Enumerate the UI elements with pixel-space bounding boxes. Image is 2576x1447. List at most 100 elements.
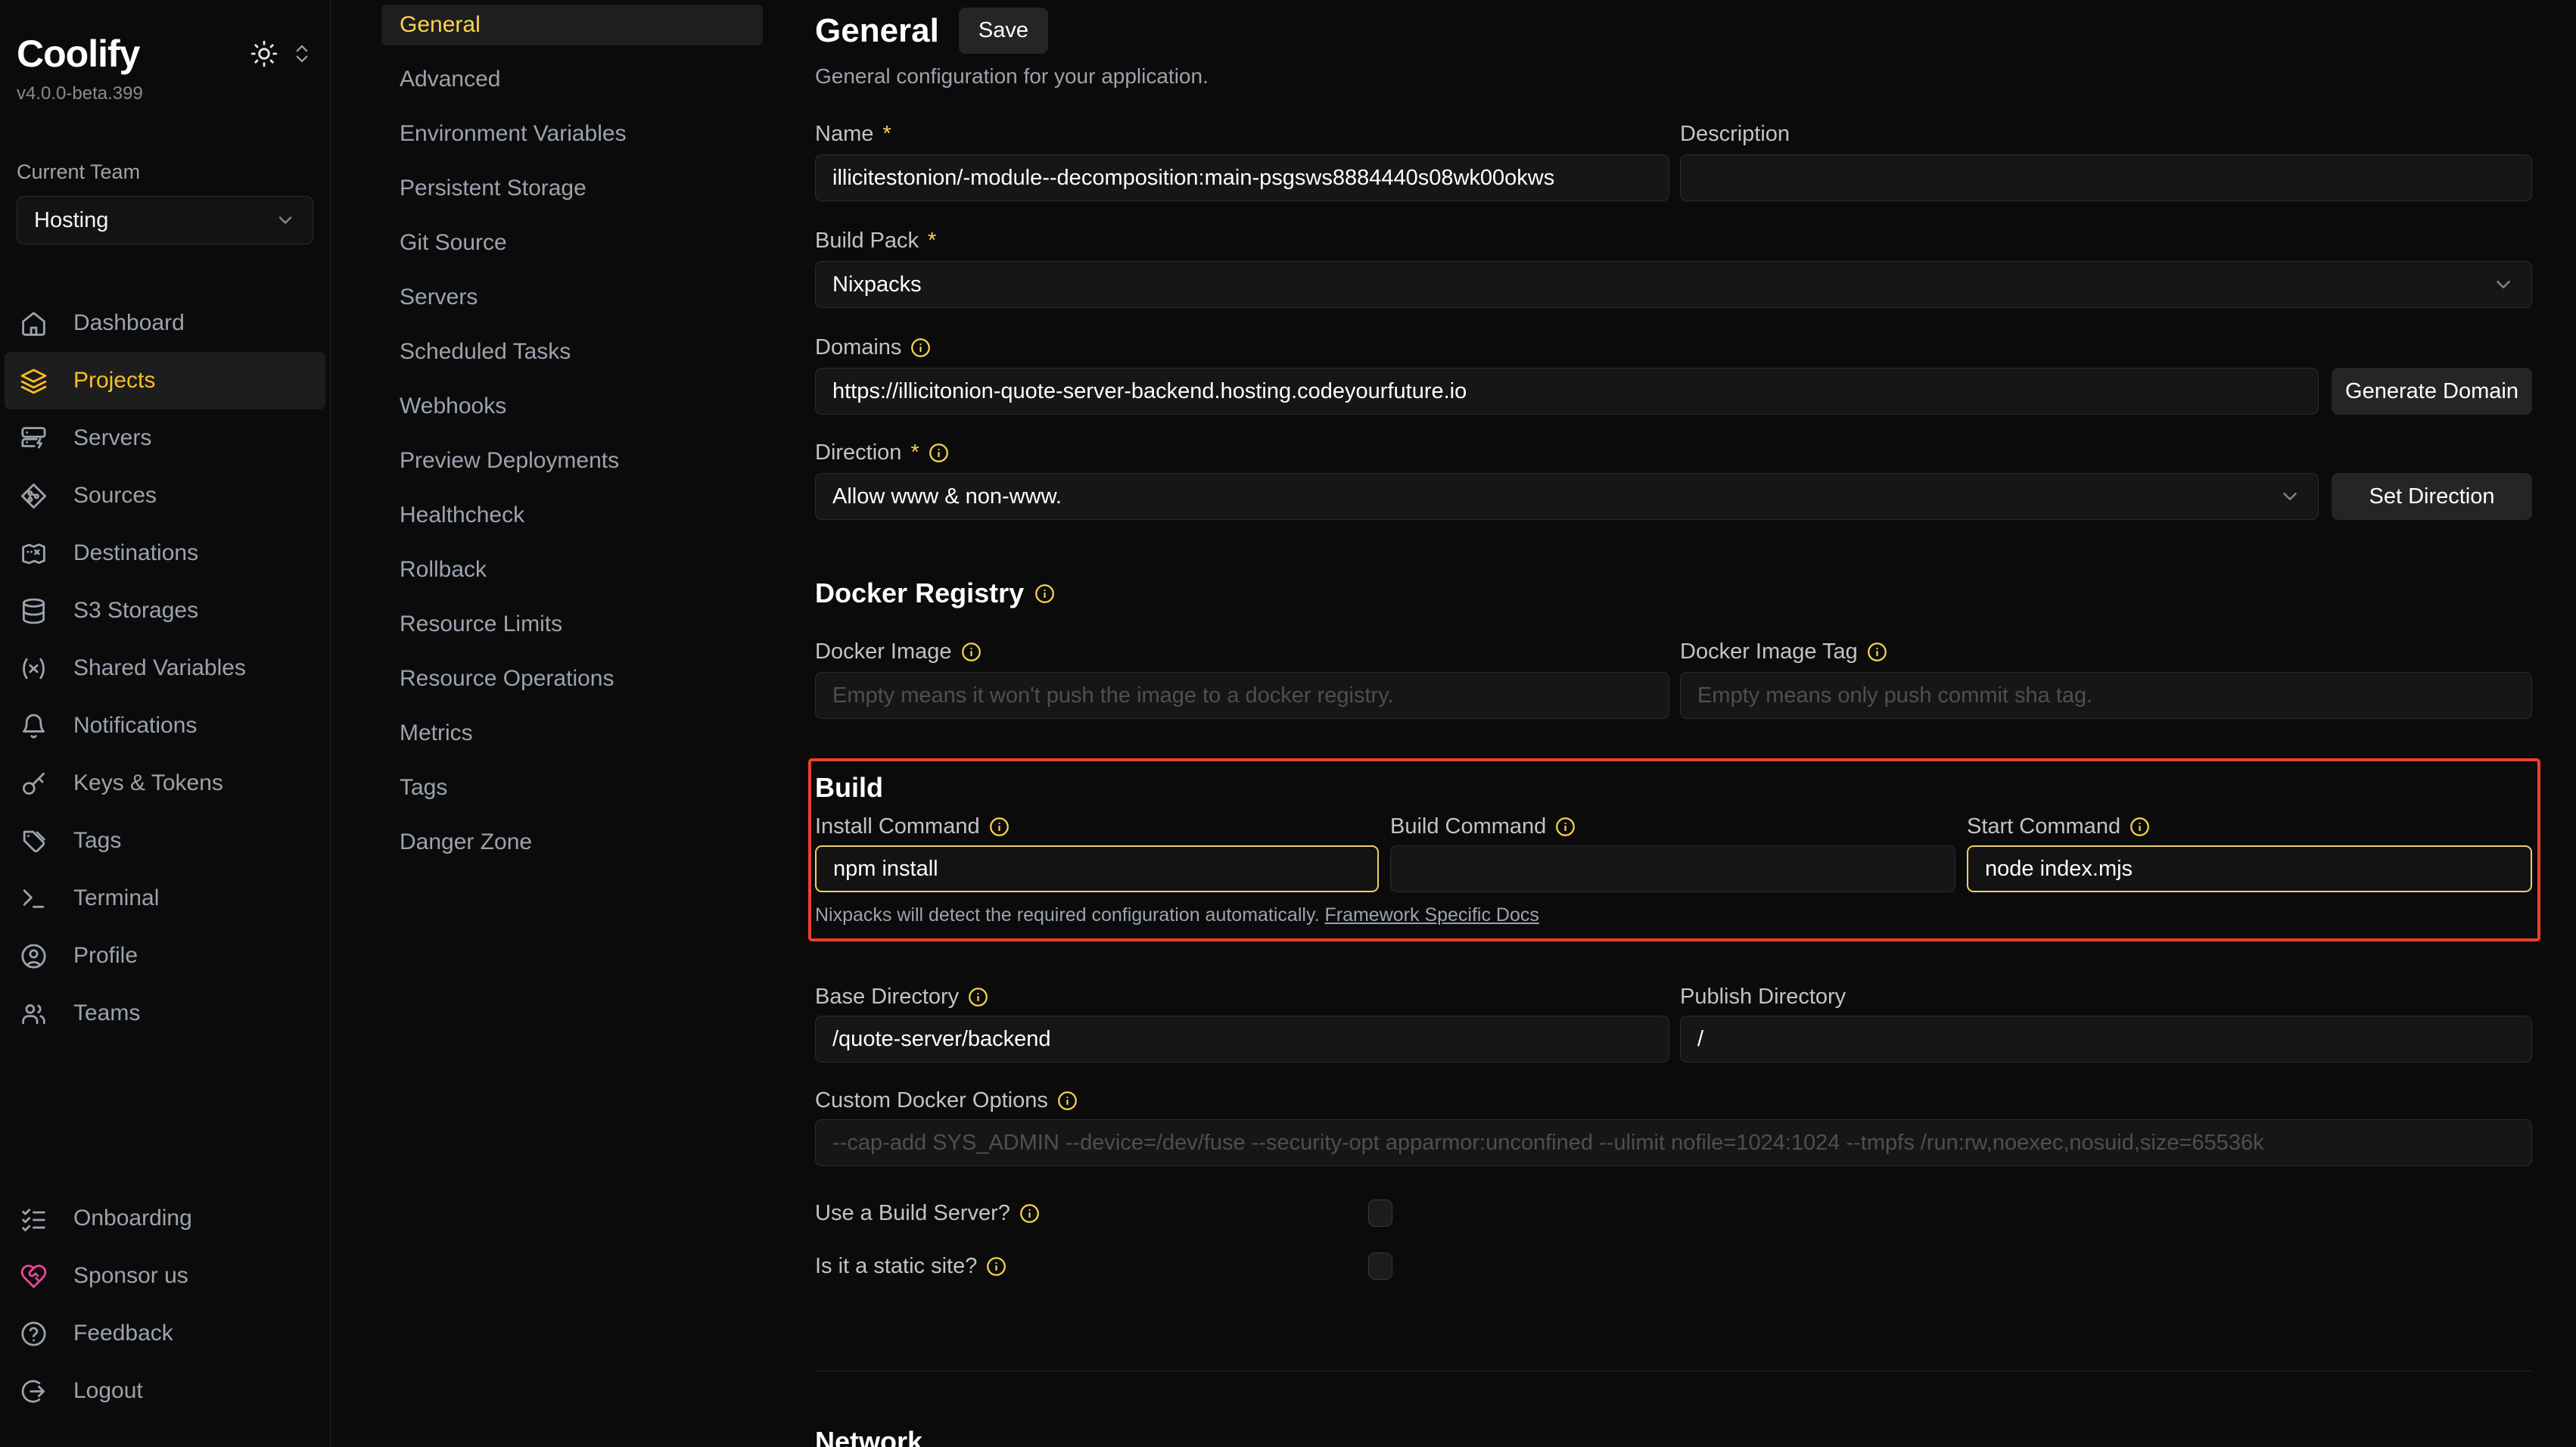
build-server-checkbox[interactable] [1368, 1200, 1392, 1227]
sidebar-item-label: Feedback [73, 1321, 173, 1346]
build-pack-label: Build Pack* [815, 229, 2532, 254]
subnav-item-rollback[interactable]: Rollback [381, 549, 763, 590]
static-site-checkbox[interactable] [1368, 1253, 1392, 1280]
subnav-item-advanced[interactable]: Advanced [381, 59, 763, 100]
info-icon[interactable] [989, 817, 1010, 837]
users-icon [20, 1000, 48, 1028]
static-site-row: Is it a static site? [815, 1253, 2532, 1280]
start-command-input[interactable] [1967, 845, 2532, 892]
build-command-input[interactable] [1390, 845, 1955, 892]
sidebar-item-logout[interactable]: Logout [17, 1362, 313, 1420]
static-site-label: Is it a static site? [815, 1254, 1368, 1279]
subnav-item-general[interactable]: General [381, 5, 763, 45]
sidebar-item-servers[interactable]: Servers [17, 409, 313, 467]
sidebar-item-s3-storages[interactable]: S3 Storages [17, 582, 313, 639]
info-icon[interactable] [968, 987, 988, 1007]
info-icon[interactable] [1555, 817, 1576, 837]
layers-icon [20, 367, 48, 395]
subnav-item-servers[interactable]: Servers [381, 277, 763, 318]
subnav-item-preview-deployments[interactable]: Preview Deployments [381, 440, 763, 481]
docker-image-input[interactable] [815, 672, 1669, 719]
subnav-item-persistent-storage[interactable]: Persistent Storage [381, 168, 763, 209]
sidebar-item-profile[interactable]: Profile [17, 927, 313, 985]
subnav-item-danger-zone[interactable]: Danger Zone [381, 822, 763, 863]
home-icon [20, 310, 48, 338]
set-direction-button[interactable]: Set Direction [2332, 473, 2532, 520]
sidebar: Coolify v4.0.0-beta.399 Current Team Hos… [0, 0, 331, 1447]
subnav-item-healthcheck[interactable]: Healthcheck [381, 495, 763, 536]
sidebar-item-label: S3 Storages [73, 598, 198, 624]
current-team-label: Current Team [17, 160, 313, 184]
info-icon[interactable] [2130, 817, 2150, 837]
sidebar-item-sponsor-us[interactable]: Sponsor us [17, 1247, 313, 1305]
custom-docker-options-input[interactable] [815, 1119, 2532, 1166]
subnav-item-webhooks[interactable]: Webhooks [381, 386, 763, 427]
direction-select[interactable]: Allow www & non-www. [815, 473, 2319, 520]
theme-sun-icon[interactable] [250, 39, 278, 68]
sidebar-item-label: Dashboard [73, 310, 185, 336]
install-command-label: Install Command [815, 814, 1379, 839]
save-button[interactable]: Save [959, 8, 1048, 54]
build-section-annotation-box: Build Install Command Build Command Star… [808, 758, 2540, 941]
sidebar-item-teams[interactable]: Teams [17, 985, 313, 1042]
settings-subnav: General Advanced Environment Variables P… [378, 0, 766, 881]
user-circle-icon [20, 942, 48, 970]
main-content: General Save General configuration for y… [815, 0, 2532, 1447]
description-input[interactable] [1680, 154, 2532, 201]
framework-docs-link[interactable]: Framework Specific Docs [1324, 904, 1538, 926]
info-icon[interactable] [986, 1256, 1006, 1277]
sidebar-item-notifications[interactable]: Notifications [17, 697, 313, 755]
sidebar-item-shared-variables[interactable]: Shared Variables [17, 639, 313, 697]
sidebar-item-sources[interactable]: Sources [17, 467, 313, 524]
sidebar-item-onboarding[interactable]: Onboarding [17, 1190, 313, 1247]
sidebar-item-projects[interactable]: Projects [5, 352, 325, 409]
docker-image-tag-input[interactable] [1680, 672, 2532, 719]
generate-domain-button[interactable]: Generate Domain [2332, 368, 2532, 415]
sidebar-item-keys-tokens[interactable]: Keys & Tokens [17, 755, 313, 812]
sidebar-item-terminal[interactable]: Terminal [17, 870, 313, 927]
domains-label: Domains [815, 335, 2532, 360]
subnav-item-git-source[interactable]: Git Source [381, 222, 763, 263]
subnav-item-environment-variables[interactable]: Environment Variables [381, 114, 763, 154]
chevrons-up-down-icon[interactable] [291, 42, 313, 65]
docker-image-tag-label: Docker Image Tag [1680, 639, 2532, 664]
sidebar-item-label: Notifications [73, 713, 197, 739]
subnav-item-resource-limits[interactable]: Resource Limits [381, 604, 763, 645]
build-pack-select[interactable]: Nixpacks [815, 261, 2532, 308]
name-input[interactable] [815, 154, 1669, 201]
team-select[interactable]: Hosting [17, 196, 313, 244]
sidebar-item-label: Servers [73, 425, 151, 451]
domains-input[interactable] [815, 368, 2319, 415]
sidebar-item-label: Onboarding [73, 1206, 192, 1231]
sidebar-item-label: Profile [73, 943, 138, 969]
subnav-item-resource-operations[interactable]: Resource Operations [381, 658, 763, 699]
install-command-input[interactable] [815, 845, 1379, 892]
publish-directory-input[interactable] [1680, 1016, 2532, 1063]
sidebar-item-feedback[interactable]: Feedback [17, 1305, 313, 1362]
sidebar-item-destinations[interactable]: Destinations [17, 524, 313, 582]
team-select-value: Hosting [34, 208, 108, 233]
info-icon[interactable] [1019, 1203, 1040, 1224]
subnav-item-scheduled-tasks[interactable]: Scheduled Tasks [381, 331, 763, 372]
build-server-row: Use a Build Server? [815, 1200, 2532, 1227]
sidebar-item-label: Logout [73, 1378, 143, 1404]
info-icon[interactable] [910, 338, 931, 358]
app-logo: Coolify [17, 32, 139, 76]
info-icon[interactable] [929, 443, 949, 463]
info-icon[interactable] [961, 642, 982, 662]
info-icon[interactable] [1057, 1091, 1078, 1111]
info-icon[interactable] [1867, 642, 1887, 662]
build-command-label: Build Command [1390, 814, 1955, 839]
sidebar-footer: Onboarding Sponsor us Feedback Logout [17, 1190, 313, 1420]
sidebar-item-tags[interactable]: Tags [17, 812, 313, 870]
key-icon [20, 770, 48, 798]
chevron-down-icon [2492, 273, 2515, 296]
subnav-item-tags[interactable]: Tags [381, 767, 763, 808]
base-directory-input[interactable] [815, 1016, 1669, 1063]
build-heading: Build [815, 772, 2532, 804]
subnav-item-metrics[interactable]: Metrics [381, 713, 763, 754]
terminal-icon [20, 885, 48, 913]
info-icon[interactable] [1034, 583, 1055, 604]
database-icon [20, 597, 48, 625]
sidebar-item-dashboard[interactable]: Dashboard [17, 294, 313, 352]
